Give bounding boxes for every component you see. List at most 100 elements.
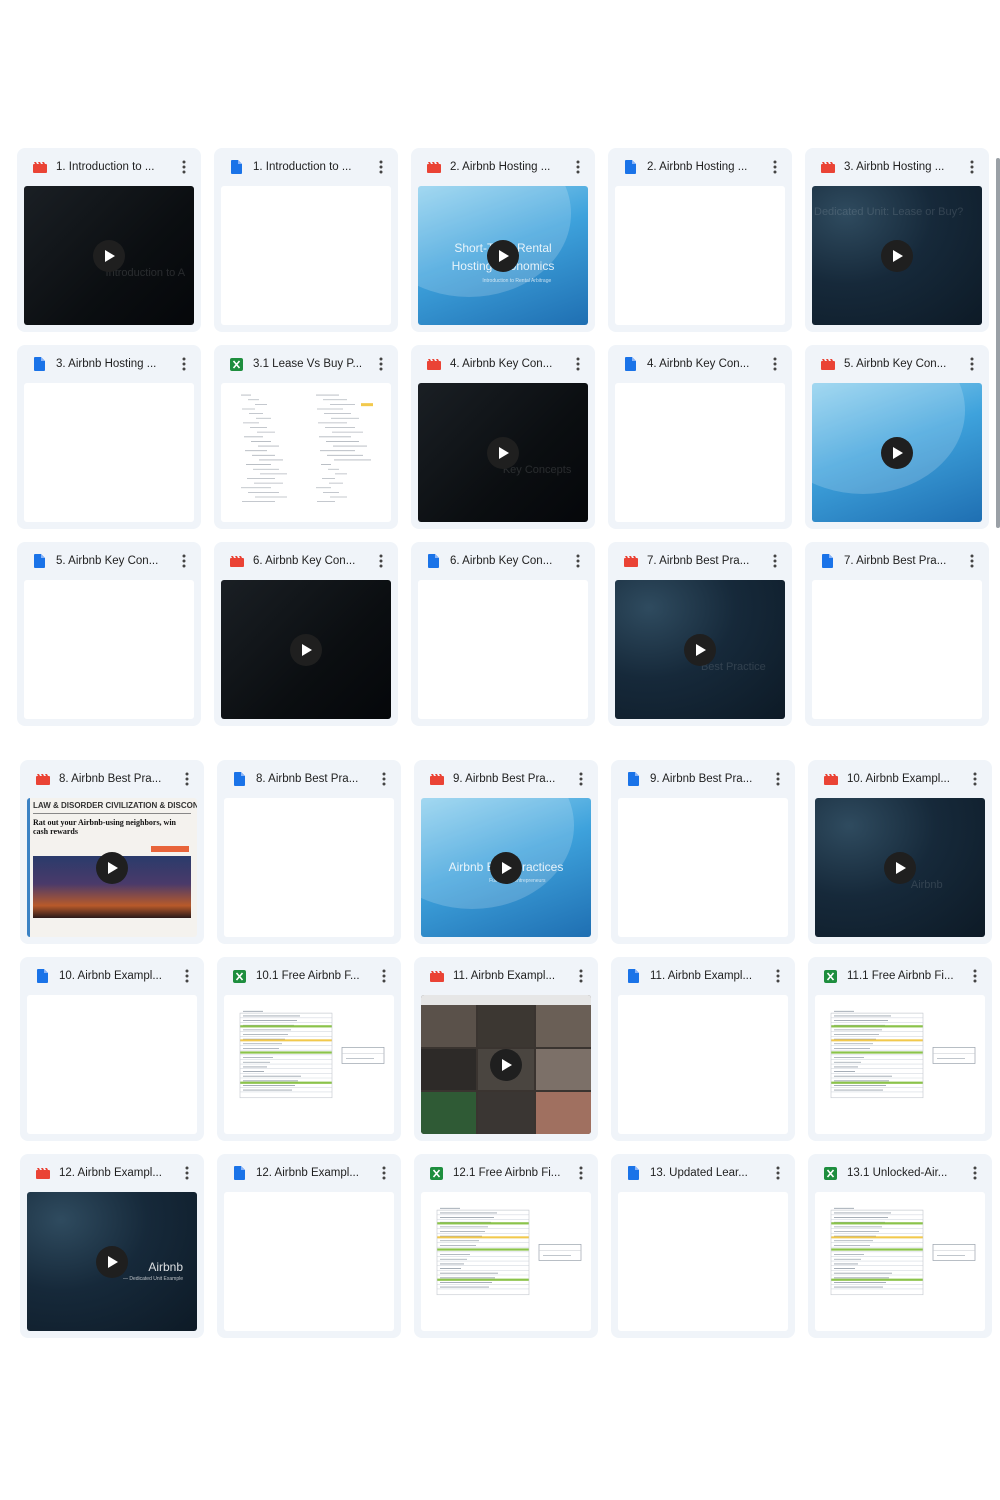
file-card[interactable]: 6. Airbnb Key Con... [214,542,398,726]
file-card[interactable]: 5. Airbnb Key Con... [805,345,989,529]
more-options-icon[interactable] [177,551,191,571]
more-options-icon[interactable] [374,157,388,177]
more-options-icon[interactable] [574,1163,588,1183]
play-icon[interactable] [96,1245,128,1278]
more-options-icon[interactable] [771,1163,785,1183]
more-options-icon[interactable] [771,966,785,986]
file-thumbnail [221,580,391,719]
file-card[interactable]: 13. Updated Lear... [611,1154,795,1338]
file-thumbnail [815,1192,985,1331]
file-name: 3. Airbnb Hosting ... [56,358,157,370]
file-card[interactable]: 9. Airbnb Best Pra... Airbnb Best Practic… [414,760,598,944]
video-file-icon [229,554,244,569]
play-icon[interactable] [290,633,322,666]
file-card[interactable]: 11. Airbnb Exampl... [611,957,795,1141]
scrollbar[interactable] [996,158,1000,528]
video-file-icon [820,160,835,175]
play-icon[interactable] [490,1048,522,1081]
more-options-icon[interactable] [965,354,979,374]
file-thumbnail: Key Concepts [418,383,588,522]
file-card[interactable]: 10. Airbnb Exampl... [20,957,204,1141]
file-card-header: 11. Airbnb Exampl... [611,957,795,995]
file-thumbnail [618,798,788,937]
file-name: 3. Airbnb Hosting ... [844,161,945,173]
more-options-icon[interactable] [771,769,785,789]
play-icon[interactable] [884,851,916,884]
play-icon[interactable] [490,851,522,884]
file-thumbnail [221,186,391,325]
play-icon[interactable] [684,633,716,666]
more-options-icon[interactable] [574,769,588,789]
file-card[interactable]: 1. Introduction to ... [214,148,398,332]
more-options-icon[interactable] [571,551,585,571]
video-file-icon [429,772,444,787]
file-card[interactable]: 3. Airbnb Hosting ... [17,345,201,529]
file-card-header: 12. Airbnb Exampl... [20,1154,204,1192]
file-card[interactable]: 12. Airbnb Exampl... [217,1154,401,1338]
article-masthead: LAW & DISORDER CIVILIZATION & DISCONTENT… [33,801,197,810]
play-icon[interactable] [487,239,519,272]
file-name: 1. Introduction to ... [56,161,155,173]
file-card[interactable]: 7. Airbnb Best Pra... [805,542,989,726]
file-name: 12. Airbnb Exampl... [256,1167,359,1179]
file-card[interactable]: 13.1 Unlocked-Air... [808,1154,992,1338]
file-card[interactable]: 3.1 Lease Vs Buy P... [214,345,398,529]
file-card[interactable]: 6. Airbnb Key Con... [411,542,595,726]
more-options-icon[interactable] [768,354,782,374]
more-options-icon[interactable] [177,354,191,374]
play-icon[interactable] [881,436,913,469]
more-options-icon[interactable] [571,354,585,374]
file-card[interactable]: 10.1 Free Airbnb F... [217,957,401,1141]
more-options-icon[interactable] [180,966,194,986]
file-card[interactable]: 7. Airbnb Best Pra... Best Practice [608,542,792,726]
file-card[interactable]: 2. Airbnb Hosting ... Short-Term Rental Ho… [411,148,595,332]
file-card[interactable]: 12.1 Free Airbnb Fi... [414,1154,598,1338]
file-thumbnail [24,383,194,522]
more-options-icon[interactable] [574,966,588,986]
file-card-header: 10. Airbnb Exampl... [20,957,204,995]
file-thumbnail [224,995,394,1134]
more-options-icon[interactable] [374,551,388,571]
file-card[interactable]: 11.1 Free Airbnb Fi... [808,957,992,1141]
more-options-icon[interactable] [177,157,191,177]
more-options-icon[interactable] [571,157,585,177]
play-icon[interactable] [487,436,519,469]
more-options-icon[interactable] [377,1163,391,1183]
file-thumbnail [615,383,785,522]
file-card-header: 1. Introduction to ... [17,148,201,186]
file-card[interactable]: 12. Airbnb Exampl... Airbnb — Dedicated Un… [20,1154,204,1338]
more-options-icon[interactable] [968,769,982,789]
file-card[interactable]: 4. Airbnb Key Con... Key Concepts [411,345,595,529]
file-thumbnail [618,995,788,1134]
file-card-header: 1. Introduction to ... [214,148,398,186]
play-icon[interactable] [93,239,125,272]
file-card[interactable]: 4. Airbnb Key Con... [608,345,792,529]
more-options-icon[interactable] [968,1163,982,1183]
more-options-icon[interactable] [965,157,979,177]
more-options-icon[interactable] [965,551,979,571]
more-options-icon[interactable] [180,1163,194,1183]
file-name: 10. Airbnb Exampl... [59,970,162,982]
more-options-icon[interactable] [968,966,982,986]
file-card[interactable]: 8. Airbnb Best Pra... LAW & DISORDER CIVI… [20,760,204,944]
file-card[interactable]: 1. Introduction to ... Introduction to A [17,148,201,332]
more-options-icon[interactable] [374,354,388,374]
more-options-icon[interactable] [768,157,782,177]
file-card-header: 9. Airbnb Best Pra... [611,760,795,798]
file-card[interactable]: 8. Airbnb Best Pra... [217,760,401,944]
file-card-header: 3. Airbnb Hosting ... [17,345,201,383]
play-icon[interactable] [96,851,128,884]
more-options-icon[interactable] [377,769,391,789]
file-card[interactable]: 11. Airbnb Exampl... [414,957,598,1141]
file-card[interactable]: 5. Airbnb Key Con... [17,542,201,726]
play-icon[interactable] [881,239,913,272]
file-card[interactable]: 2. Airbnb Hosting ... [608,148,792,332]
file-card[interactable]: 9. Airbnb Best Pra... [611,760,795,944]
more-options-icon[interactable] [377,966,391,986]
file-card[interactable]: 10. Airbnb Exampl... Airbnb [808,760,992,944]
more-options-icon[interactable] [768,551,782,571]
file-card-header: 13.1 Unlocked-Air... [808,1154,992,1192]
more-options-icon[interactable] [180,769,194,789]
file-card[interactable]: 3. Airbnb Hosting ... Dedicated Unit: Lea… [805,148,989,332]
file-card-header: 7. Airbnb Best Pra... [608,542,792,580]
